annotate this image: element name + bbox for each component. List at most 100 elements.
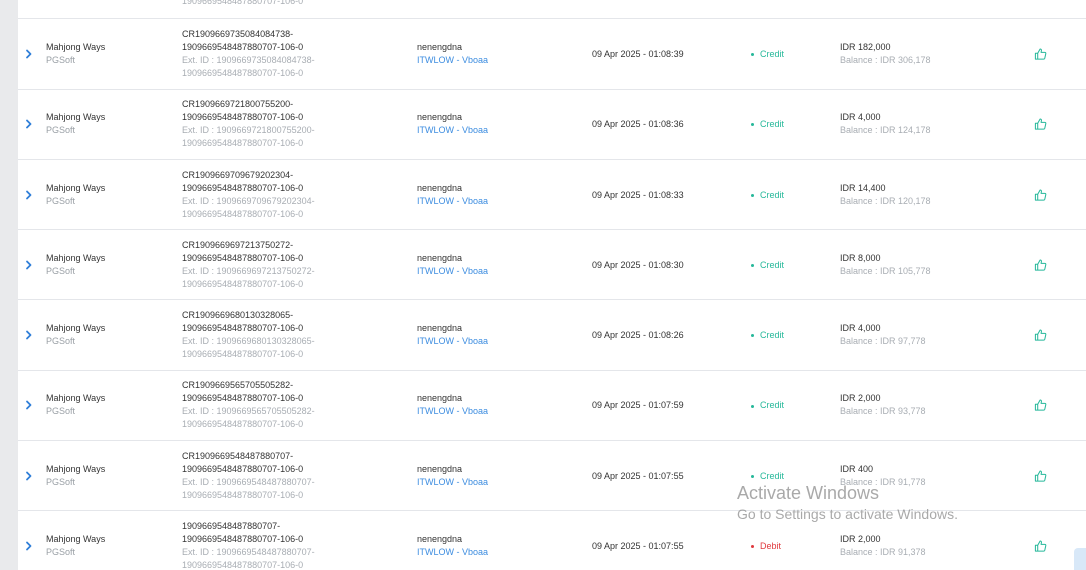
transaction-date: 09 Apr 2025 - 01:08:33 bbox=[592, 189, 684, 200]
transaction-amount: IDR 2,000 bbox=[840, 534, 881, 545]
player-username: nenengdna bbox=[417, 534, 463, 545]
game-cell: Mahjong Ways PGSoft bbox=[46, 463, 105, 489]
game-cell: Mahjong Ways PGSoft bbox=[46, 533, 105, 559]
balance-after: Balance : IDR 91,378 bbox=[840, 547, 926, 558]
chevron-right-icon[interactable] bbox=[24, 400, 34, 410]
transaction-id-cell: CR1909669735084084738- 19096695484878807… bbox=[182, 28, 342, 80]
table-row[interactable]: Mahjong Ways PGSoft CR190966973508408473… bbox=[18, 19, 1086, 90]
agent-link[interactable]: ITWLOW - Vboaa bbox=[417, 54, 488, 67]
transaction-type-label: Credit bbox=[760, 48, 785, 59]
transaction-type-badge: Credit bbox=[751, 400, 784, 410]
thumbs-up-icon[interactable] bbox=[1034, 329, 1047, 342]
player-cell: nenengdna ITWLOW - Vboaa bbox=[417, 463, 488, 489]
transaction-type-label: Credit bbox=[760, 189, 785, 200]
transaction-id-line2: 1909669548487880707-106-0 bbox=[182, 252, 304, 263]
transaction-id-line2: 1909669548487880707-106-0 bbox=[182, 393, 304, 404]
table-row[interactable]: Mahjong Ways PGSoft CR190966956570550528… bbox=[18, 371, 1086, 442]
game-cell: Mahjong Ways PGSoft bbox=[46, 182, 105, 208]
transaction-id-cell: CR1909669680130328065- 19096695484878807… bbox=[182, 309, 342, 361]
transaction-type-label: Credit bbox=[760, 119, 785, 130]
transaction-type-label: Credit bbox=[760, 330, 785, 341]
external-id-line1: Ext. ID : 1909669548487880707- bbox=[182, 476, 315, 487]
game-name: Mahjong Ways bbox=[46, 463, 106, 474]
game-name: Mahjong Ways bbox=[46, 323, 106, 334]
amount-cell: IDR 182,000 Balance : IDR 306,178 bbox=[840, 41, 931, 67]
game-provider: PGSoft bbox=[46, 195, 76, 206]
chevron-right-icon[interactable] bbox=[24, 49, 34, 59]
agent-link[interactable]: ITWLOW - Vboaa bbox=[417, 476, 488, 489]
chevron-right-icon[interactable] bbox=[24, 471, 34, 481]
agent-link[interactable]: ITWLOW - Vboaa bbox=[417, 265, 488, 278]
transaction-type-badge: Credit bbox=[751, 119, 784, 129]
amount-cell: IDR 400 Balance : IDR 91,778 bbox=[840, 463, 926, 489]
player-cell: nenengdna ITWLOW - Vboaa bbox=[417, 322, 488, 348]
player-username: nenengdna bbox=[417, 463, 463, 474]
chevron-right-icon[interactable] bbox=[24, 330, 34, 340]
transaction-history-page: 1909669548487880707-106-0 Mahjong Ways P… bbox=[0, 0, 1086, 570]
game-provider: PGSoft bbox=[46, 406, 76, 417]
transaction-id-line1: CR1909669680130328065- bbox=[182, 310, 294, 321]
table-row[interactable]: Mahjong Ways PGSoft CR190966968013032806… bbox=[18, 300, 1086, 371]
status-dot-icon bbox=[751, 123, 754, 127]
transaction-date: 09 Apr 2025 - 01:07:59 bbox=[592, 400, 684, 411]
table-row[interactable]: Mahjong Ways PGSoft 1909669548487880707-… bbox=[18, 511, 1086, 570]
game-provider: PGSoft bbox=[46, 547, 76, 558]
status-dot-icon bbox=[751, 334, 754, 338]
table-row[interactable]: Mahjong Ways PGSoft CR190966969721375027… bbox=[18, 230, 1086, 301]
player-cell: nenengdna ITWLOW - Vboaa bbox=[417, 111, 488, 137]
chevron-right-icon[interactable] bbox=[24, 260, 34, 270]
chevron-right-icon[interactable] bbox=[24, 119, 34, 129]
transaction-id-cell: CR1909669709679202304- 19096695484878807… bbox=[182, 169, 342, 221]
scroll-to-top-button[interactable] bbox=[1074, 548, 1086, 570]
game-provider: PGSoft bbox=[46, 265, 76, 276]
table-row[interactable]: Mahjong Ways PGSoft CR190966972180075520… bbox=[18, 90, 1086, 160]
transaction-date: 09 Apr 2025 - 01:08:30 bbox=[592, 259, 684, 270]
transaction-id-line1: CR1909669709679202304- bbox=[182, 169, 294, 180]
status-dot-icon bbox=[751, 545, 754, 549]
game-name: Mahjong Ways bbox=[46, 41, 106, 52]
transaction-id-line1: CR1909669697213750272- bbox=[182, 239, 294, 250]
player-cell: nenengdna ITWLOW - Vboaa bbox=[417, 182, 488, 208]
transaction-amount: IDR 2,000 bbox=[840, 393, 881, 404]
thumbs-up-icon[interactable] bbox=[1034, 258, 1047, 271]
player-cell: nenengdna ITWLOW - Vboaa bbox=[417, 41, 488, 67]
transaction-type-badge: Credit bbox=[751, 49, 784, 59]
thumbs-up-icon[interactable] bbox=[1034, 188, 1047, 201]
agent-link[interactable]: ITWLOW - Vboaa bbox=[417, 195, 488, 208]
game-provider: PGSoft bbox=[46, 476, 76, 487]
agent-link[interactable]: ITWLOW - Vboaa bbox=[417, 124, 488, 137]
status-dot-icon bbox=[751, 263, 754, 267]
chevron-right-icon[interactable] bbox=[24, 541, 34, 551]
table-row-partial: 1909669548487880707-106-0 bbox=[18, 0, 1086, 20]
table-row[interactable]: Mahjong Ways PGSoft CR190966970967920230… bbox=[18, 160, 1086, 231]
game-name: Mahjong Ways bbox=[46, 112, 106, 123]
player-cell: nenengdna ITWLOW - Vboaa bbox=[417, 533, 488, 559]
chevron-right-icon[interactable] bbox=[24, 190, 34, 200]
game-cell: Mahjong Ways PGSoft bbox=[46, 322, 105, 348]
transaction-id-cell: CR1909669697213750272- 19096695484878807… bbox=[182, 239, 342, 291]
external-id-line1: Ext. ID : 1909669721800755200- bbox=[182, 125, 315, 136]
thumbs-up-icon[interactable] bbox=[1034, 118, 1047, 131]
transaction-id-line1: 1909669548487880707- bbox=[182, 521, 281, 532]
transaction-date: 09 Apr 2025 - 01:07:55 bbox=[592, 470, 684, 481]
agent-link[interactable]: ITWLOW - Vboaa bbox=[417, 546, 488, 559]
transaction-id-line2: 1909669548487880707-106-0 bbox=[182, 41, 304, 52]
agent-link[interactable]: ITWLOW - Vboaa bbox=[417, 335, 488, 348]
table-row[interactable]: Mahjong Ways PGSoft CR190966954848788070… bbox=[18, 441, 1086, 512]
thumbs-up-icon[interactable] bbox=[1034, 469, 1047, 482]
balance-after: Balance : IDR 105,778 bbox=[840, 265, 931, 276]
player-username: nenengdna bbox=[417, 252, 463, 263]
external-id-line2: 1909669548487880707-106-0 bbox=[182, 489, 304, 500]
thumbs-up-icon[interactable] bbox=[1034, 399, 1047, 412]
agent-link[interactable]: ITWLOW - Vboaa bbox=[417, 405, 488, 418]
thumbs-up-icon[interactable] bbox=[1034, 540, 1047, 553]
amount-cell: IDR 2,000 Balance : IDR 93,778 bbox=[840, 392, 926, 418]
balance-after: Balance : IDR 306,178 bbox=[840, 54, 931, 65]
player-cell: nenengdna ITWLOW - Vboaa bbox=[417, 392, 488, 418]
external-id-line2: 1909669548487880707-106-0 bbox=[182, 349, 304, 360]
transaction-type-label: Credit bbox=[760, 400, 785, 411]
transaction-date: 09 Apr 2025 - 01:08:26 bbox=[592, 330, 684, 341]
game-name: Mahjong Ways bbox=[46, 182, 106, 193]
thumbs-up-icon[interactable] bbox=[1034, 47, 1047, 60]
transaction-id-cell: CR1909669565705505282- 19096695484878807… bbox=[182, 379, 342, 431]
